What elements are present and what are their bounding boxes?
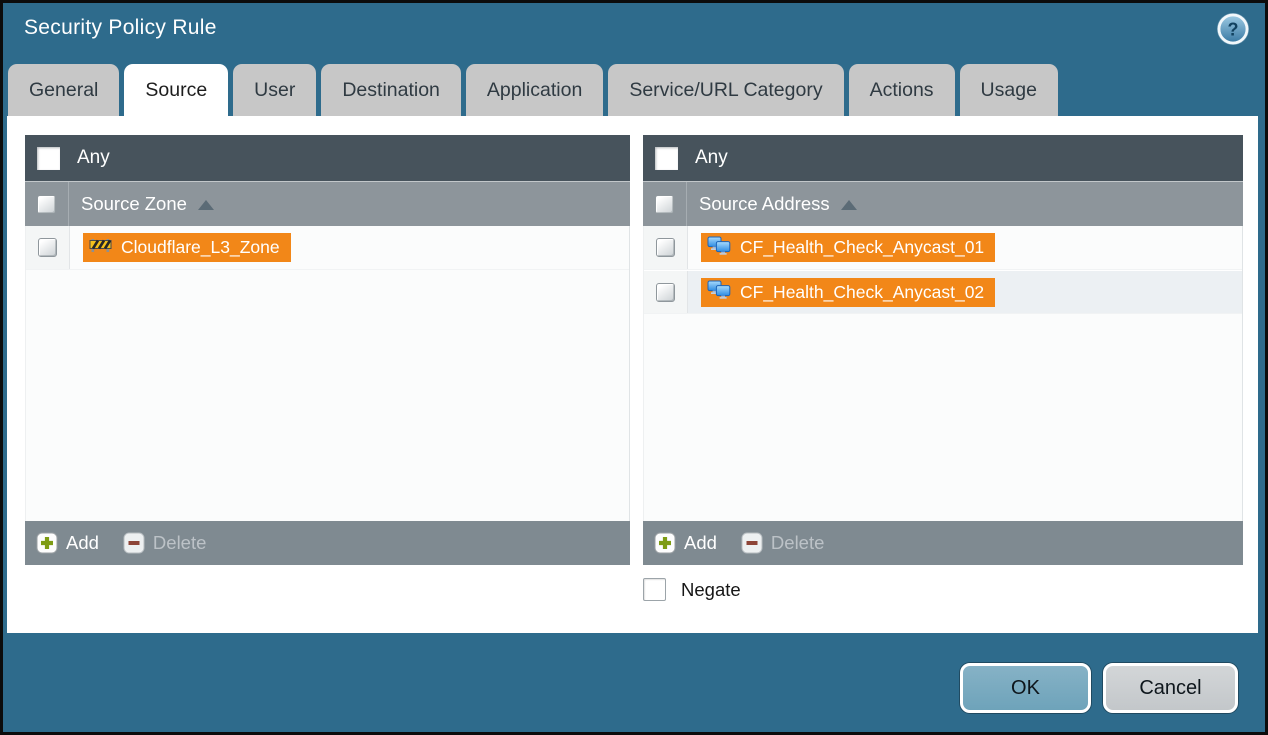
source-address-row: CF_Health_Check_Anycast_02 — [644, 270, 1242, 314]
svg-text:?: ? — [1228, 20, 1239, 40]
source-zone-column-header[interactable]: Source Zone — [25, 181, 630, 226]
tab-actions[interactable]: Actions — [849, 64, 955, 116]
source-address-toolbar: Add Delete — [643, 521, 1243, 565]
dialog-footer: OK Cancel — [960, 663, 1238, 713]
ok-button[interactable]: OK — [960, 663, 1091, 713]
row-checkbox[interactable] — [38, 238, 57, 257]
minus-icon — [741, 532, 763, 554]
dialog-body: Any Source Zone — [7, 116, 1258, 633]
plus-icon — [36, 532, 58, 554]
tab-usage[interactable]: Usage — [960, 64, 1058, 116]
negate-row: Negate — [643, 578, 741, 601]
source-zone-toolbar: Add Delete — [25, 521, 630, 565]
source-address-any-bar: Any — [643, 135, 1243, 181]
plus-icon — [654, 532, 676, 554]
zone-name: Cloudflare_L3_Zone — [121, 237, 280, 258]
source-zone-any-bar: Any — [25, 135, 630, 181]
negate-label: Negate — [681, 579, 741, 601]
source-address-column-header[interactable]: Source Address — [643, 181, 1243, 226]
row-checkbox[interactable] — [656, 283, 675, 302]
tab-user[interactable]: User — [233, 64, 316, 116]
address-chip[interactable]: CF_Health_Check_Anycast_02 — [701, 278, 995, 307]
source-address-row: CF_Health_Check_Anycast_01 — [644, 226, 1242, 270]
sort-ascending-icon — [198, 200, 214, 210]
address-icon — [707, 236, 731, 260]
source-address-any-label: Any — [695, 147, 728, 169]
tab-destination[interactable]: Destination — [321, 64, 461, 116]
source-zone-any-checkbox[interactable] — [37, 147, 60, 170]
source-zone-panel: Any Source Zone — [25, 135, 630, 565]
tab-service-url-category[interactable]: Service/URL Category — [608, 64, 843, 116]
source-zone-any-label: Any — [77, 147, 110, 169]
source-zone-row: Cloudflare_L3_Zone — [26, 226, 629, 270]
delete-button[interactable]: Delete — [123, 532, 206, 554]
tab-bar: General Source User Destination Applicat… — [8, 64, 1058, 116]
add-button[interactable]: Add — [654, 532, 717, 554]
address-icon — [707, 280, 731, 304]
zone-icon — [89, 237, 112, 259]
source-zone-select-all-checkbox[interactable] — [37, 195, 56, 214]
delete-button[interactable]: Delete — [741, 532, 824, 554]
tab-general[interactable]: General — [8, 64, 119, 116]
address-name: CF_Health_Check_Anycast_01 — [740, 237, 984, 258]
source-zone-header-label: Source Zone — [81, 193, 187, 215]
sort-ascending-icon — [841, 200, 857, 210]
help-icon[interactable]: ? — [1215, 11, 1251, 47]
security-policy-rule-dialog: Security Policy Rule ? General Source Us… — [0, 0, 1268, 735]
source-address-select-all-checkbox[interactable] — [655, 195, 674, 214]
tab-application[interactable]: Application — [466, 64, 603, 116]
address-chip[interactable]: CF_Health_Check_Anycast_01 — [701, 233, 995, 262]
source-address-any-checkbox[interactable] — [655, 147, 678, 170]
source-address-list: CF_Health_Check_Anycast_01 — [643, 226, 1243, 521]
tab-source[interactable]: Source — [124, 64, 228, 116]
negate-checkbox[interactable] — [643, 578, 666, 601]
address-name: CF_Health_Check_Anycast_02 — [740, 282, 984, 303]
add-button[interactable]: Add — [36, 532, 99, 554]
cancel-button[interactable]: Cancel — [1103, 663, 1238, 713]
dialog-title: Security Policy Rule — [24, 16, 217, 40]
minus-icon — [123, 532, 145, 554]
source-address-panel: Any Source Address — [643, 135, 1243, 565]
source-address-header-label: Source Address — [699, 193, 830, 215]
source-zone-list: Cloudflare_L3_Zone — [25, 226, 630, 521]
row-checkbox[interactable] — [656, 238, 675, 257]
zone-chip[interactable]: Cloudflare_L3_Zone — [83, 233, 291, 262]
